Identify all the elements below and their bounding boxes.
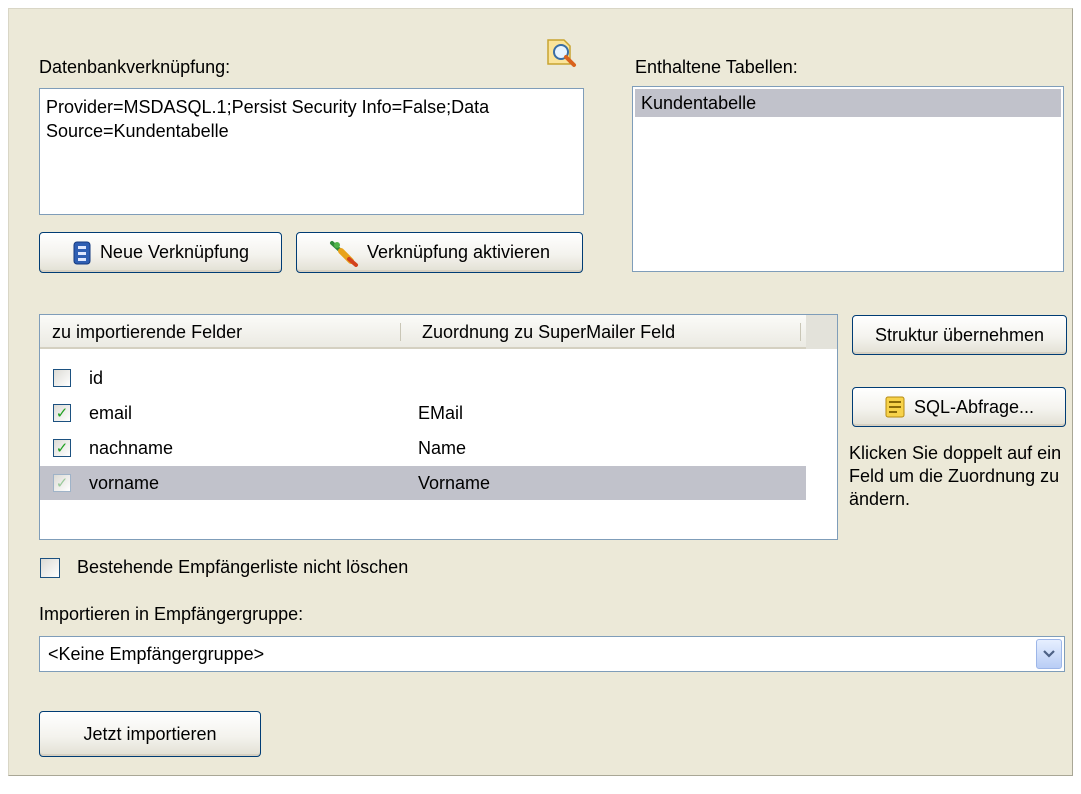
- field-mapping: EMail: [418, 403, 464, 423]
- sql-query-label: SQL-Abfrage...: [913, 396, 1035, 417]
- field-name: id: [89, 368, 104, 388]
- plug-icon: [329, 239, 359, 267]
- adopt-structure-button[interactable]: Struktur übernehmen: [852, 315, 1067, 355]
- row-checkbox[interactable]: ✓: [53, 474, 71, 492]
- table-row[interactable]: ✓ id: [40, 361, 820, 395]
- group-selected-value: <Keine Empfängergruppe>: [48, 644, 265, 664]
- header-divider: [400, 323, 401, 341]
- row-checkbox[interactable]: ✓: [53, 439, 71, 457]
- adopt-structure-label: Struktur übernehmen: [874, 324, 1045, 345]
- table-row[interactable]: ✓ email EMail: [40, 396, 820, 430]
- row-checkbox[interactable]: ✓: [53, 369, 71, 387]
- row-checkbox[interactable]: ✓: [53, 404, 71, 422]
- sql-icon: [884, 395, 906, 419]
- import-panel: Datenbankverknüpfung: Provider=MSDASQL.1…: [8, 8, 1073, 776]
- field-mapping: Vorname: [418, 473, 491, 493]
- table-row-selected[interactable]: ✓ vorname Vorname: [40, 466, 806, 500]
- field-name: email: [89, 403, 133, 423]
- keep-list-label[interactable]: Bestehende Empfängerliste nicht löschen: [77, 557, 408, 578]
- import-now-button[interactable]: Jetzt importieren: [39, 711, 261, 757]
- table-row[interactable]: ✓ nachname Name: [40, 431, 820, 465]
- column-header-fields[interactable]: zu importierende Felder: [42, 315, 400, 349]
- new-link-label: Neue Verknüpfung: [99, 242, 250, 262]
- column-header-mapping[interactable]: Zuordnung zu SuperMailer Feld: [412, 315, 792, 349]
- dropdown-button[interactable]: [1036, 639, 1062, 669]
- connection-label: Datenbankverknüpfung:: [39, 57, 231, 77]
- group-select[interactable]: <Keine Empfängergruppe>: [39, 636, 1065, 672]
- database-icon: [72, 241, 92, 265]
- field-name: nachname: [89, 438, 174, 458]
- sql-query-button[interactable]: SQL-Abfrage...: [852, 387, 1066, 427]
- mapping-hint-text: Klicken Sie doppelt auf ein Feld um die …: [849, 443, 1062, 509]
- activate-link-label: Verknüpfung aktivieren: [366, 242, 551, 262]
- connection-string-textarea[interactable]: Provider=MSDASQL.1;Persist Security Info…: [39, 88, 584, 215]
- header-spacer: [806, 315, 837, 349]
- keep-list-checkbox[interactable]: ✓: [40, 558, 60, 578]
- tables-listbox[interactable]: Kundentabelle: [632, 86, 1064, 272]
- fields-listview[interactable]: zu importierende Felder Zuordnung zu Sup…: [39, 314, 838, 540]
- field-name: vorname: [89, 473, 160, 493]
- new-link-button[interactable]: Neue Verknüpfung: [39, 232, 282, 273]
- import-now-label: Jetzt importieren: [83, 723, 217, 744]
- header-divider: [800, 323, 801, 341]
- chevron-down-icon: [1043, 650, 1055, 658]
- tables-label: Enthaltene Tabellen:: [635, 57, 798, 77]
- tables-list-item[interactable]: Kundentabelle: [635, 89, 1061, 117]
- magnifier-icon[interactable]: [544, 36, 580, 70]
- field-mapping: Name: [418, 438, 467, 458]
- group-label: Importieren in Empfängergruppe:: [39, 604, 304, 624]
- activate-link-button[interactable]: Verknüpfung aktivieren: [296, 232, 583, 273]
- fields-header: zu importierende Felder Zuordnung zu Sup…: [40, 315, 837, 349]
